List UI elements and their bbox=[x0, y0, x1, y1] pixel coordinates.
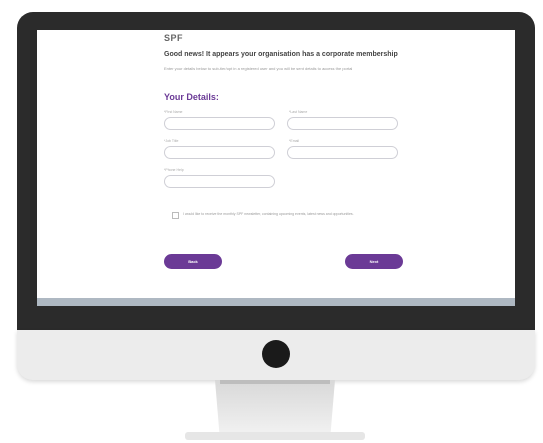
email-label: *Email bbox=[289, 139, 300, 143]
newsletter-consent-text: I would like to receive the monthly SPF … bbox=[183, 212, 354, 216]
monitor-screen: SPF Good news! It appears your organisat… bbox=[37, 30, 515, 298]
monitor-base bbox=[185, 432, 365, 440]
screen-bottom-strip bbox=[37, 298, 515, 306]
monitor-stand bbox=[215, 380, 335, 438]
back-button[interactable]: Back bbox=[164, 254, 222, 269]
page-headline: Good news! It appears your organisation … bbox=[164, 51, 398, 58]
job-title-input[interactable] bbox=[164, 146, 275, 159]
last-name-label: *Last Name bbox=[289, 110, 308, 114]
last-name-input[interactable] bbox=[287, 117, 398, 130]
first-name-label: *First Name bbox=[164, 110, 183, 114]
site-logo: SPF bbox=[164, 33, 184, 43]
phone-input[interactable] bbox=[164, 175, 275, 188]
details-title: Your Details: bbox=[164, 92, 219, 102]
newsletter-checkbox[interactable] bbox=[172, 212, 179, 219]
next-button[interactable]: Next bbox=[345, 254, 403, 269]
stand-neck bbox=[220, 380, 330, 384]
page-subtext: Enter your details below to sub-tier/opt… bbox=[164, 66, 353, 71]
email-input[interactable] bbox=[287, 146, 398, 159]
job-title-label: *Job Title bbox=[164, 139, 179, 143]
phone-label: *Phone Help bbox=[164, 168, 184, 172]
camera-icon bbox=[262, 340, 290, 368]
first-name-input[interactable] bbox=[164, 117, 275, 130]
imac-mockup: SPF Good news! It appears your organisat… bbox=[0, 0, 543, 443]
